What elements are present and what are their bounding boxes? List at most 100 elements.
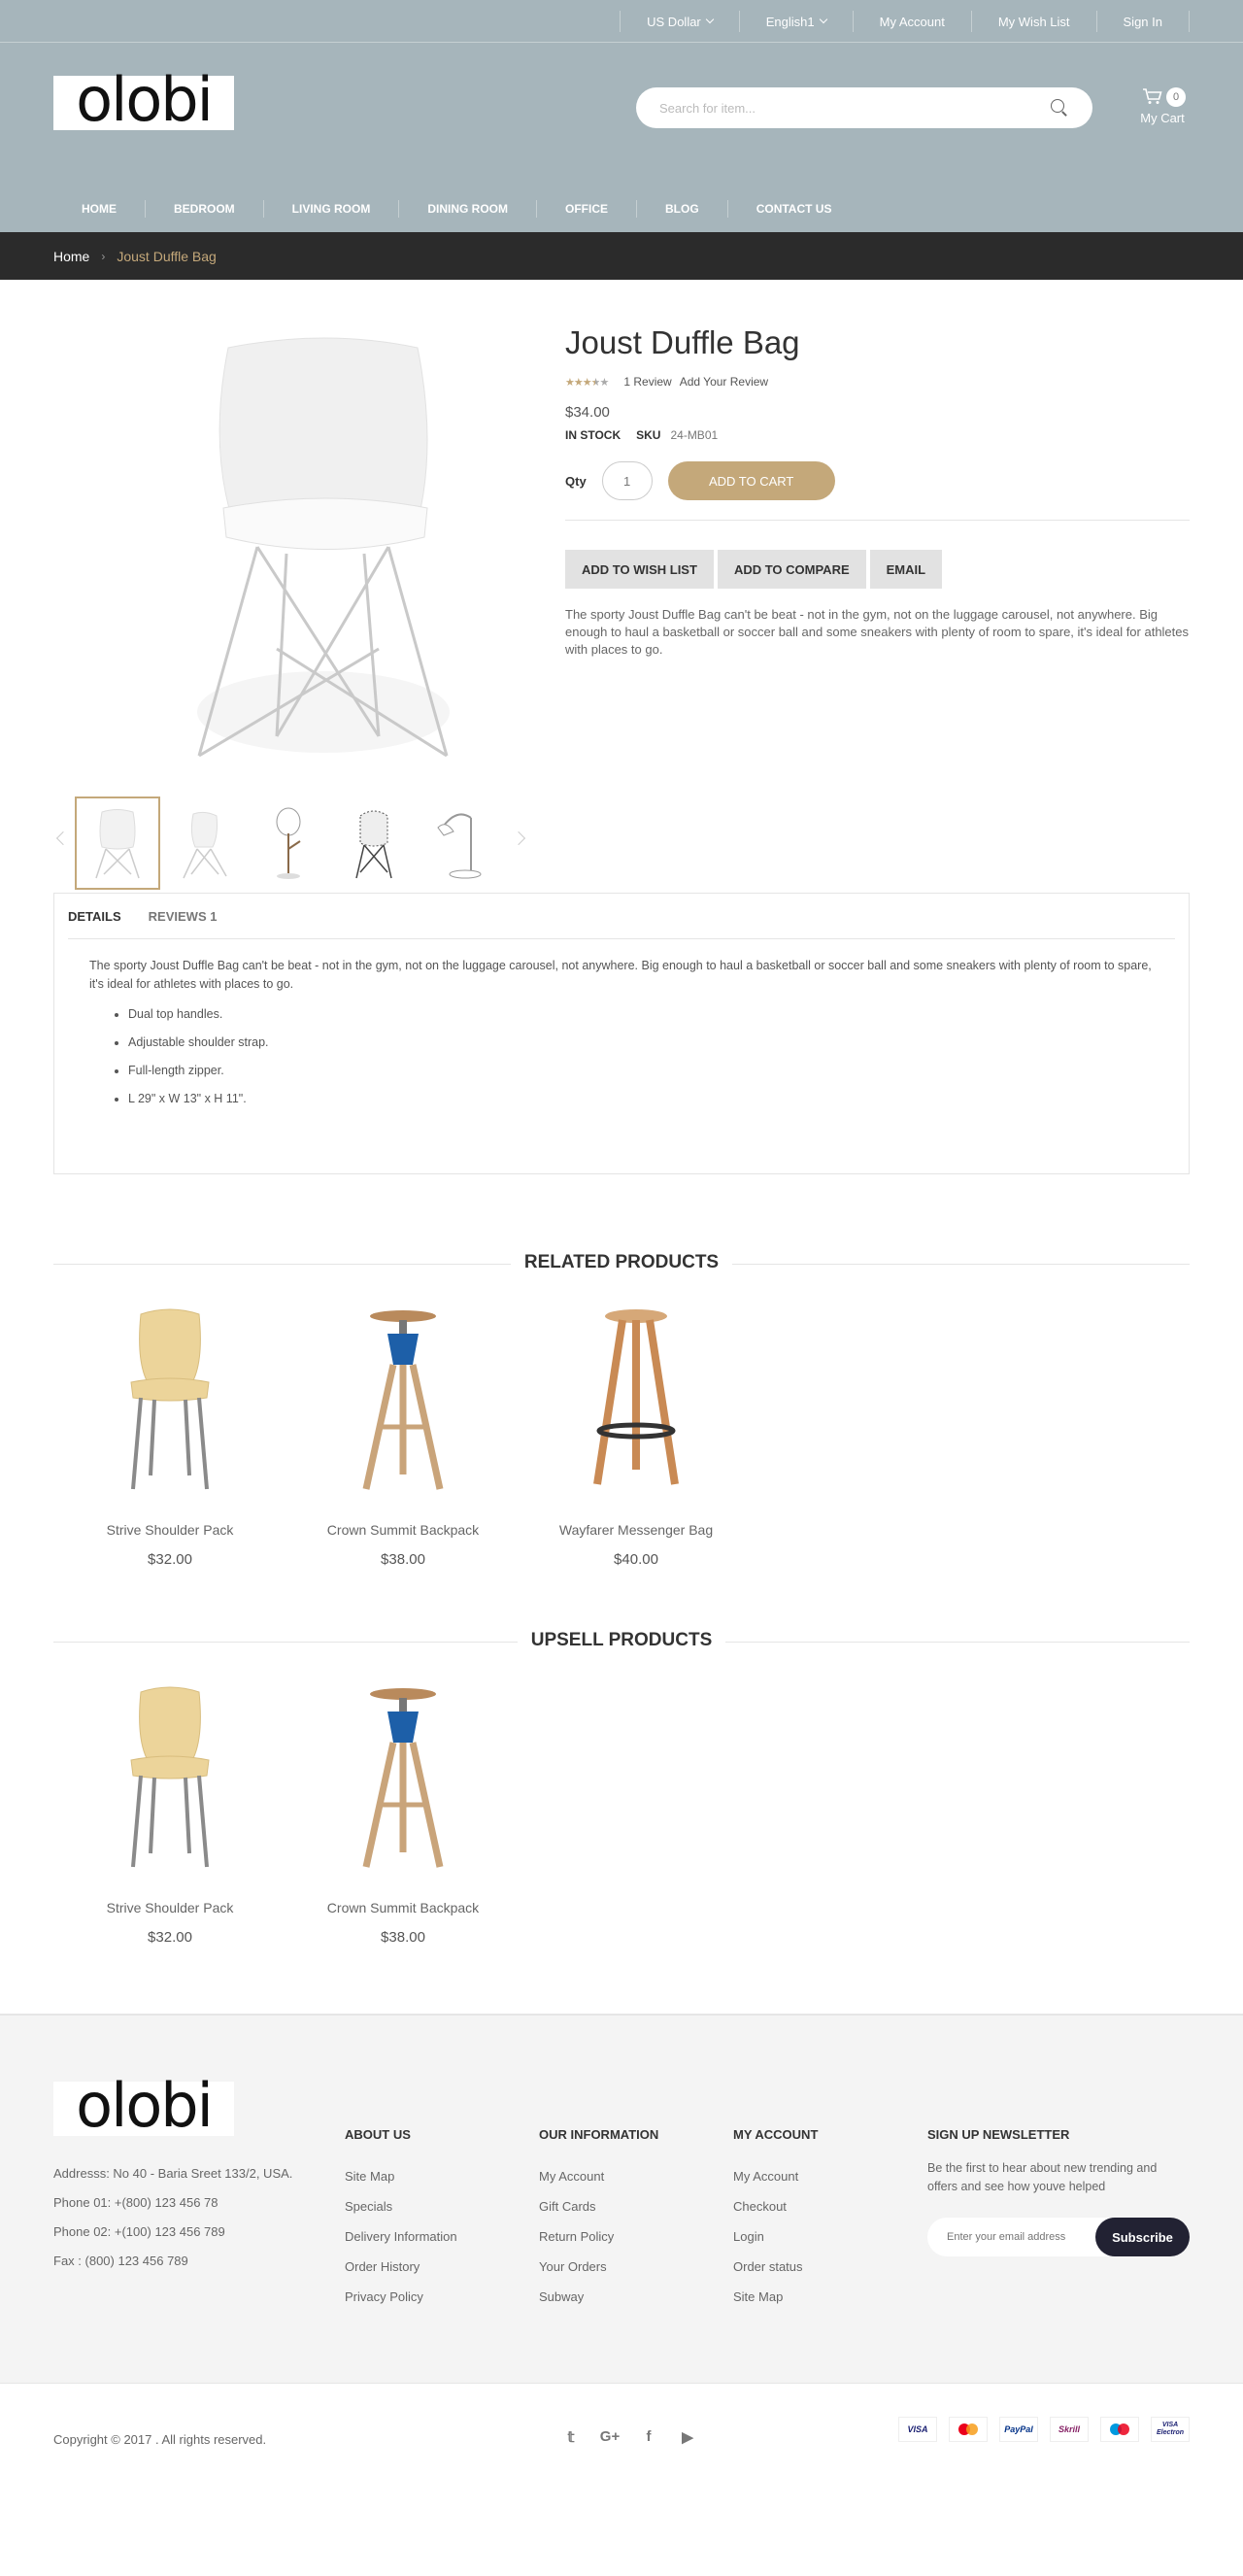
footer-link-site-map[interactable]: Site Map bbox=[345, 2161, 520, 2191]
footer-link-checkout[interactable]: Checkout bbox=[733, 2191, 908, 2221]
site-logo[interactable]: olobi bbox=[53, 70, 234, 130]
wish-list-link[interactable]: My Wish List bbox=[970, 11, 1096, 32]
breadcrumb-current: Joust Duffle Bag bbox=[117, 248, 217, 264]
nav-item-home[interactable]: Home bbox=[53, 199, 146, 218]
newsletter-form: Subscribe bbox=[927, 2218, 1190, 2256]
product-card[interactable]: Wayfarer Messenger Bag $40.00 bbox=[520, 1295, 753, 1568]
nav-item-office[interactable]: Office bbox=[537, 199, 638, 218]
product-card[interactable]: Strive Shoulder Pack $32.00 bbox=[53, 1673, 286, 1946]
column-title: MY ACCOUNT bbox=[733, 2127, 819, 2142]
product-price: $40.00 bbox=[614, 1551, 658, 1568]
add-to-compare-button[interactable]: ADD TO COMPARE bbox=[717, 550, 866, 589]
site-footer: olobi Addresss: No 40 - Baria Sreet 133/… bbox=[0, 2014, 1243, 2447]
footer-link-subway[interactable]: Subway bbox=[539, 2282, 714, 2312]
facebook-icon[interactable]: f bbox=[629, 2428, 668, 2446]
header-main: olobi 0 My Cart bbox=[0, 43, 1243, 185]
youtube-icon[interactable]: ▶ bbox=[668, 2428, 707, 2446]
search-icon[interactable] bbox=[1050, 98, 1069, 118]
add-to-cart-button[interactable]: ADD TO CART bbox=[667, 461, 835, 500]
product-card[interactable]: Crown Summit Backpack $38.00 bbox=[286, 1673, 520, 1946]
product-card[interactable]: Strive Shoulder Pack $32.00 bbox=[53, 1295, 286, 1568]
product-name[interactable]: Strive Shoulder Pack bbox=[53, 1900, 286, 1915]
language-label: English1 bbox=[765, 14, 815, 29]
stock-sku: IN STOCK SKU 24-MB01 bbox=[565, 428, 1190, 442]
newsletter-text: Be the first to hear about new trending … bbox=[927, 2161, 1158, 2193]
twitter-icon[interactable]: 𝕥 bbox=[552, 2428, 590, 2446]
google-plus-icon[interactable]: G+ bbox=[590, 2428, 629, 2446]
breadcrumb: Home › Joust Duffle Bag bbox=[0, 232, 1243, 280]
thumbnail-5[interactable] bbox=[417, 797, 502, 890]
visa-electron-icon: VISA Electron bbox=[1151, 2417, 1190, 2442]
thumbnail-2[interactable] bbox=[160, 797, 246, 890]
footer-link-order-status[interactable]: Order status bbox=[733, 2252, 908, 2282]
footer-link-site-map[interactable]: Site Map bbox=[733, 2282, 908, 2312]
footer-link-privacy[interactable]: Privacy Policy bbox=[345, 2282, 520, 2312]
nav-item-living-room[interactable]: Living Room bbox=[264, 199, 400, 218]
skrill-icon: Skrill bbox=[1050, 2417, 1089, 2442]
product-image[interactable] bbox=[286, 1673, 520, 1886]
footer-link-delivery[interactable]: Delivery Information bbox=[345, 2221, 520, 2252]
footer-link-order-history[interactable]: Order History bbox=[345, 2252, 520, 2282]
section-title-text: UPSELL PRODUCTS bbox=[517, 1630, 726, 1650]
product-image[interactable] bbox=[53, 1295, 286, 1508]
currency-label: US Dollar bbox=[647, 14, 701, 29]
qty-input[interactable] bbox=[601, 461, 653, 500]
product-name[interactable]: Strive Shoulder Pack bbox=[53, 1522, 286, 1538]
product-name[interactable]: Wayfarer Messenger Bag bbox=[520, 1522, 753, 1538]
qty-label: Qty bbox=[565, 473, 587, 489]
chevron-left-icon[interactable] bbox=[55, 830, 71, 846]
product-price: $32.00 bbox=[148, 1929, 192, 1946]
tab-reviews[interactable]: REVIEWS 1 bbox=[149, 909, 218, 924]
copyright: Copyright © 2017 . All rights reserved. bbox=[53, 2432, 267, 2447]
product-image[interactable] bbox=[53, 1673, 286, 1886]
email-button[interactable]: EMAIL bbox=[869, 550, 943, 589]
product-name[interactable]: Crown Summit Backpack bbox=[286, 1522, 520, 1538]
footer-link-login[interactable]: Login bbox=[733, 2221, 908, 2252]
footer-link-your-orders[interactable]: Your Orders bbox=[539, 2252, 714, 2282]
tab-details[interactable]: DETAILS bbox=[68, 909, 121, 924]
sign-in-link[interactable]: Sign In bbox=[1095, 11, 1190, 32]
nav-item-blog[interactable]: Blog bbox=[637, 199, 728, 218]
footer-link-gift-cards[interactable]: Gift Cards bbox=[539, 2191, 714, 2221]
nav-item-bedroom[interactable]: Bedroom bbox=[146, 199, 264, 218]
list-item: L 29" x W 13" x H 11". bbox=[128, 1090, 1154, 1108]
currency-switcher[interactable]: US Dollar bbox=[620, 11, 739, 32]
product-image[interactable] bbox=[286, 1295, 520, 1508]
my-account-link[interactable]: My Account bbox=[852, 11, 971, 32]
thumbnail-3[interactable] bbox=[246, 797, 331, 890]
mini-cart[interactable]: 0 My Cart bbox=[1135, 87, 1190, 130]
newsletter-email-input[interactable] bbox=[927, 2218, 1115, 2256]
column-title: ABOUT US bbox=[345, 2127, 411, 2142]
product-title: Joust Duffle Bag bbox=[565, 324, 800, 360]
add-to-wish-list-button[interactable]: ADD TO WISH LIST bbox=[565, 550, 714, 589]
product-main-image[interactable] bbox=[170, 328, 481, 765]
stock-status: IN STOCK bbox=[565, 428, 622, 442]
reviews-link[interactable]: 1 Review bbox=[623, 375, 671, 389]
visa-icon: VISA bbox=[898, 2417, 937, 2442]
footer-link-my-account[interactable]: My Account bbox=[733, 2161, 908, 2191]
breadcrumb-home[interactable]: Home bbox=[53, 249, 89, 264]
logo-text: olobi bbox=[76, 2070, 214, 2141]
chevron-right-icon[interactable] bbox=[511, 830, 526, 846]
thumbnail-4[interactable] bbox=[331, 797, 417, 890]
product-price: $38.00 bbox=[381, 1929, 425, 1946]
thumbnail-1[interactable] bbox=[75, 797, 160, 890]
nav-item-contact-us[interactable]: Contact Us bbox=[728, 200, 860, 218]
chevron-down-icon bbox=[705, 15, 715, 24]
subscribe-button[interactable]: Subscribe bbox=[1095, 2218, 1190, 2256]
product-name[interactable]: Crown Summit Backpack bbox=[286, 1900, 520, 1915]
nav-item-dining-room[interactable]: Dining Room bbox=[399, 199, 538, 218]
language-switcher[interactable]: English1 bbox=[738, 11, 853, 32]
cart-label: My Cart bbox=[1140, 111, 1185, 125]
footer-link-my-account[interactable]: My Account bbox=[539, 2161, 714, 2191]
column-title: OUR INFORMATION bbox=[539, 2127, 659, 2142]
product-image[interactable] bbox=[520, 1295, 753, 1508]
footer-link-specials[interactable]: Specials bbox=[345, 2191, 520, 2221]
footer-link-return-policy[interactable]: Return Policy bbox=[539, 2221, 714, 2252]
product-card[interactable]: Crown Summit Backpack $38.00 bbox=[286, 1295, 520, 1568]
search-input[interactable] bbox=[659, 100, 1050, 116]
add-review-link[interactable]: Add Your Review bbox=[680, 375, 768, 389]
footer-logo[interactable]: olobi bbox=[53, 2076, 234, 2136]
product-view: Joust Duffle Bag ★★★★★ 1 Review Add Your… bbox=[53, 280, 1190, 893]
star-rating-icon: ★★★★★ bbox=[565, 376, 609, 389]
